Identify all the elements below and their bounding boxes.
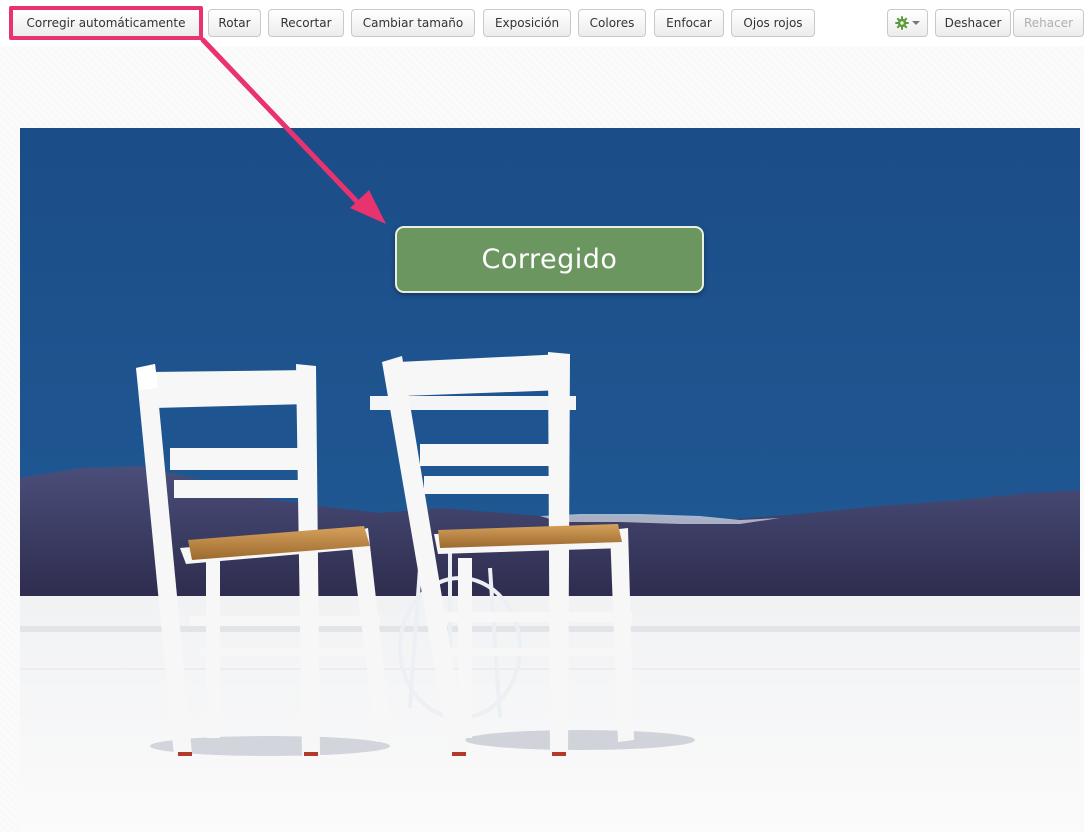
rotate-button[interactable]: Rotar [208,9,261,37]
crop-button[interactable]: Recortar [268,9,344,37]
auto-fix-button[interactable]: Corregir automáticamente [9,6,203,40]
gear-icon [895,16,909,30]
resize-button[interactable]: Cambiar tamaño [351,9,475,37]
status-badge: Corregido [395,226,704,293]
editor-toolbar: Corregir automáticamente Rotar Recortar … [0,0,1084,46]
colors-button[interactable]: Colores [578,9,646,37]
red-eye-button[interactable]: Ojos rojos [731,9,815,37]
settings-menu-button[interactable] [887,9,928,37]
chevron-down-icon [912,21,920,25]
redo-button[interactable]: Rehacer [1013,9,1084,37]
sharpen-button[interactable]: Enfocar [654,9,724,37]
exposure-button[interactable]: Exposición [483,9,571,37]
undo-button[interactable]: Deshacer [935,9,1011,37]
